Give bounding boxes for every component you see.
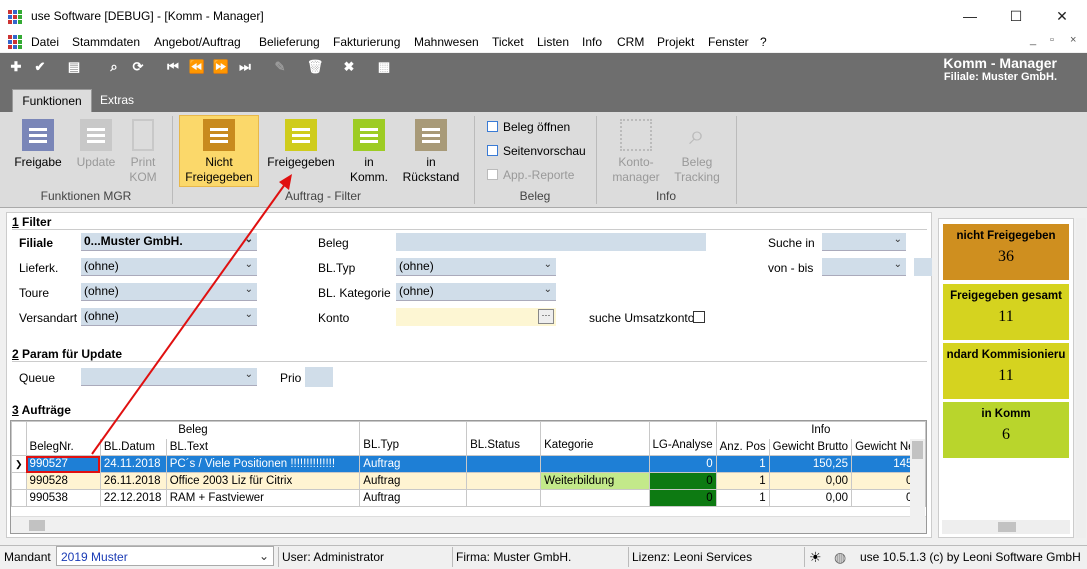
sun-icon[interactable]: ☀ xyxy=(809,549,822,566)
lizenz-status: Lizenz: Leoni Services xyxy=(632,550,753,564)
mandant-label: Mandant xyxy=(4,550,51,564)
separator xyxy=(278,547,279,567)
mandant-select[interactable]: 2019 Muster ⌄ xyxy=(56,546,274,566)
firma-status: Firma: Muster GmbH. xyxy=(456,550,572,564)
chevron-down-icon: ⌄ xyxy=(258,549,269,563)
user-status: User: Administrator xyxy=(282,550,385,564)
separator xyxy=(452,547,453,567)
globe-icon[interactable]: ◍ xyxy=(834,549,846,566)
separator xyxy=(628,547,629,567)
version-status: use 10.5.1.3 (c) by Leoni Software GmbH xyxy=(860,550,1081,564)
separator xyxy=(804,547,805,567)
annotation-arrow xyxy=(91,174,292,455)
